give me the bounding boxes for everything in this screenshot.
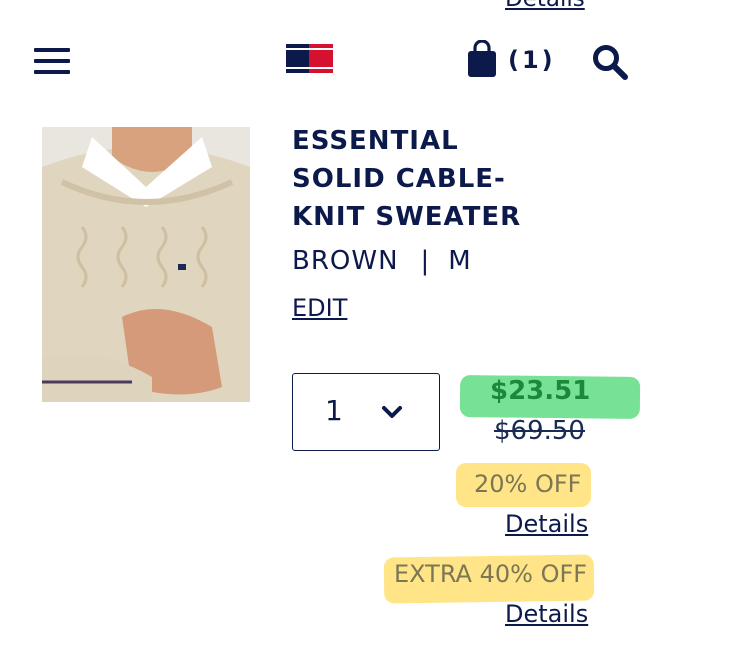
original-price: $69.50 xyxy=(494,416,585,446)
product-attributes: BROWN | M xyxy=(292,246,472,276)
quantity-select[interactable]: 1 xyxy=(292,373,440,451)
chevron-down-icon xyxy=(382,406,402,418)
product-title[interactable]: ESSENTIAL SOLID CABLE-KNIT SWEATER xyxy=(292,122,552,236)
product-color: BROWN xyxy=(292,246,399,276)
brand-flag-logo[interactable] xyxy=(286,44,333,73)
product-size: M xyxy=(448,246,472,276)
quantity-value: 1 xyxy=(325,394,343,427)
promo-label: 20% OFF xyxy=(474,470,582,498)
product-image[interactable] xyxy=(42,127,250,402)
shopping-bag-icon[interactable] xyxy=(466,40,498,78)
attribute-separator: | xyxy=(420,246,431,276)
menu-icon[interactable] xyxy=(34,48,70,74)
promo-details-link[interactable]: Details xyxy=(505,600,588,628)
promo-details-link[interactable]: Details xyxy=(505,510,588,538)
cart-count[interactable]: (1) xyxy=(508,46,556,74)
sale-price: $23.51 xyxy=(490,376,591,406)
promo-label: EXTRA 40% OFF xyxy=(394,560,588,588)
details-link-previous-item[interactable]: Details xyxy=(505,0,585,12)
edit-item-link[interactable]: EDIT xyxy=(292,294,347,322)
search-icon[interactable] xyxy=(592,44,628,80)
